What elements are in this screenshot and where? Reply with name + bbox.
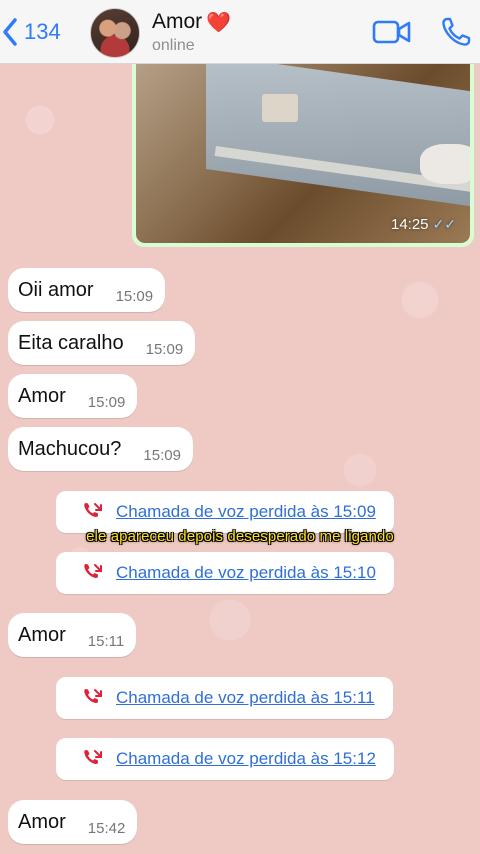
message-time: 15:09	[145, 340, 184, 358]
missed-call-notice[interactable]: Chamada de voz perdida às 15:11	[56, 677, 393, 719]
message-text: Oii amor	[18, 278, 94, 301]
missed-call-notice[interactable]: Chamada de voz perdida às 15:10	[56, 552, 394, 594]
message-time: 15:09	[87, 393, 126, 411]
missed-call-text: Chamada de voz perdida às 15:10	[116, 563, 376, 582]
incoming-message[interactable]: Machucou? 15:09	[8, 427, 193, 471]
contact-status: online	[152, 37, 195, 54]
missed-call-icon	[84, 689, 102, 704]
chevron-left-icon	[3, 18, 17, 46]
contact-avatar[interactable]	[90, 8, 140, 58]
message-text: Amor	[18, 810, 66, 833]
video-caption: ele apareceu depois desesperado me ligan…	[86, 528, 394, 545]
video-camera-icon[interactable]	[372, 18, 412, 46]
incoming-message[interactable]: Amor 15:11	[8, 613, 137, 657]
missed-call-notice[interactable]: Chamada de voz perdida às 15:12	[56, 738, 394, 780]
message-time: 15:09	[143, 446, 181, 464]
heart-emoji: ❤️	[206, 12, 232, 34]
chat-header: 134 Amor ❤️ online	[0, 0, 480, 64]
missed-call-text: Chamada de voz perdida às 15:11	[116, 688, 375, 707]
phone-icon[interactable]	[440, 16, 472, 48]
incoming-message[interactable]: Amor 15:42	[8, 800, 138, 844]
unread-count: 134	[24, 19, 61, 44]
message-text: Eita caralho	[18, 331, 124, 354]
back-button[interactable]: 134	[0, 14, 61, 50]
message-text: Machucou?	[18, 437, 122, 460]
message-time: 15:42	[87, 819, 126, 837]
message-time: 14:25 ✓✓	[390, 216, 456, 233]
incoming-message[interactable]: Oii amor 15:09	[8, 268, 166, 312]
message-text: Amor	[18, 384, 66, 407]
missed-call-icon	[84, 503, 102, 518]
missed-call-notice[interactable]: Chamada de voz perdida às 15:09	[56, 491, 394, 533]
missed-call-text: Chamada de voz perdida às 15:09	[116, 502, 376, 521]
message-time: 15:09	[115, 287, 154, 305]
contact-title[interactable]: Amor ❤️ online	[152, 10, 231, 55]
missed-call-icon	[84, 564, 102, 579]
missed-call-text: Chamada de voz perdida às 15:12	[116, 749, 376, 768]
contact-name: Amor	[152, 10, 203, 33]
incoming-message[interactable]: Eita caralho 15:09	[8, 321, 196, 365]
read-ticks-icon: ✓✓	[432, 216, 456, 232]
missed-call-icon	[84, 750, 102, 765]
incoming-message[interactable]: Amor 15:09	[8, 374, 138, 418]
outgoing-media-message[interactable]: 14:25 ✓✓	[132, 50, 474, 247]
message-time: 15:11	[87, 632, 125, 650]
media-photo[interactable]: 14:25 ✓✓	[136, 54, 470, 243]
message-text: Amor	[18, 623, 66, 646]
